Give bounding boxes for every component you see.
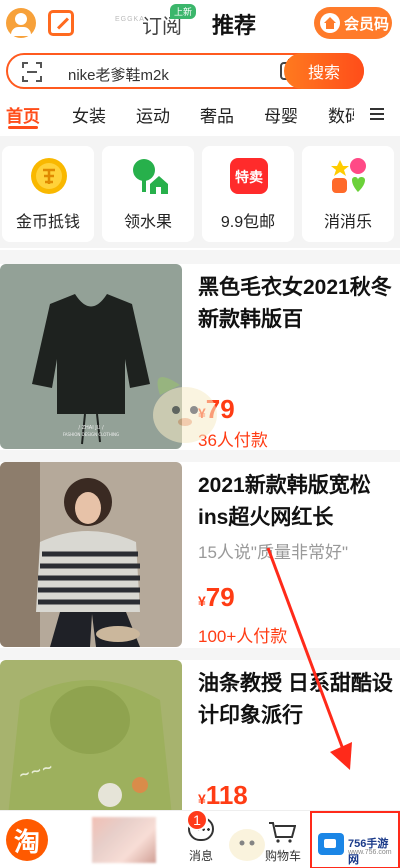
sold-count: 100+人付款	[198, 627, 288, 646]
message-badge: 1	[186, 809, 208, 831]
image-caption: / ZHAI JU /	[78, 425, 104, 431]
product-title[interactable]: 2021新款韩版宽松ins超火网红长	[198, 470, 394, 534]
new-badge: 上新	[170, 4, 197, 19]
scan-icon[interactable]	[22, 62, 42, 82]
tab-home-logo[interactable]: 淘	[6, 819, 48, 861]
gold-coin-icon	[31, 158, 67, 194]
special-sale-icon-text: 特卖	[235, 169, 263, 186]
product-price: ¥79	[198, 582, 235, 613]
product-card[interactable]: 2021新款韩版宽松ins超火网红长 15人说"质量非常好" ¥79 100+人…	[0, 462, 400, 648]
category-tabs: 首页 女装 运动 奢品 母婴 数码	[0, 98, 400, 130]
tab-home[interactable]: 首页	[6, 102, 40, 127]
cart-icon	[269, 822, 296, 843]
price-value: 79	[205, 582, 235, 612]
product-title[interactable]: 黑色毛衣女2021秋冬新款韩版百	[198, 272, 394, 336]
search-bar[interactable]: nike老爹鞋m2k 搜索	[6, 53, 364, 89]
price-value: 118	[205, 780, 248, 810]
tab-luxury[interactable]: 奢品	[200, 102, 234, 127]
price-symbol: ¥	[198, 593, 206, 609]
mascot-watermark	[153, 377, 217, 443]
tab-messages-label: 消息	[188, 849, 213, 863]
bottom-tab-bar: 淘 1 消息 购物车 756手游网 www.756.com	[0, 809, 400, 868]
user-avatar[interactable]	[6, 8, 36, 38]
product-feed: / ZHAI JU / FASHION DESIGN CLOTHING 黑色毛衣…	[0, 250, 400, 845]
top-bar: EGGKA 订阅 上新 推荐 会员码	[0, 0, 400, 48]
tile-label: 金币抵钱	[15, 214, 80, 231]
tab-baby[interactable]: 母婴	[264, 102, 298, 127]
tile-match-game[interactable]: 消消乐	[302, 146, 394, 242]
menu-icon	[370, 108, 384, 120]
category-menu-button[interactable]	[354, 98, 400, 130]
search-button[interactable]: 搜索	[284, 53, 364, 89]
fruit-tree-icon	[133, 159, 168, 194]
mascot-small-watermark	[229, 829, 265, 861]
special-sale-icon: 特卖	[230, 158, 268, 194]
tab-sports[interactable]: 运动	[136, 102, 170, 127]
product-image[interactable]	[0, 462, 182, 647]
price-symbol: ¥	[198, 791, 206, 807]
tile-label: 领水果	[123, 214, 172, 231]
review-quote: 15人说"质量非常好"	[198, 543, 348, 562]
tile-fruit[interactable]: 领水果	[102, 146, 194, 242]
vip-home-icon	[320, 13, 340, 33]
vip-code-label: 会员码	[344, 15, 390, 33]
avatar-head	[15, 13, 27, 25]
tab-women[interactable]: 女装	[72, 102, 106, 127]
blurred-tab[interactable]	[92, 817, 156, 863]
match-game-icon	[331, 158, 366, 193]
watermark-sub: www.756.com	[348, 849, 392, 856]
tile-special-sale[interactable]: 特卖 9.9包邮	[202, 146, 294, 242]
ghost-text: EGGKA	[115, 16, 145, 23]
image-caption-sub: FASHION DESIGN CLOTHING	[63, 432, 119, 437]
active-tab-indicator	[8, 126, 38, 129]
vip-code-button[interactable]: 会员码	[314, 7, 392, 39]
product-price: ¥118	[198, 780, 248, 811]
tab-messages[interactable]: 1 消息	[176, 809, 226, 868]
tab-recommend[interactable]: 推荐	[212, 8, 256, 40]
tile-label: 消消乐	[323, 214, 372, 231]
product-card[interactable]: ~~~ 油条教授 日系甜酷设计印象派行 ¥118	[0, 660, 400, 845]
tile-gold-coin[interactable]: 金币抵钱	[2, 146, 94, 242]
site-logo-icon	[318, 833, 344, 855]
search-input[interactable]: nike老爹鞋m2k	[68, 64, 169, 85]
site-watermark: 756手游网 www.756.com	[310, 811, 400, 868]
tile-label: 9.9包邮	[220, 214, 276, 231]
share-icon[interactable]	[48, 10, 74, 36]
product-title[interactable]: 油条教授 日系甜酷设计印象派行	[198, 668, 394, 732]
avatar-body	[11, 27, 31, 36]
